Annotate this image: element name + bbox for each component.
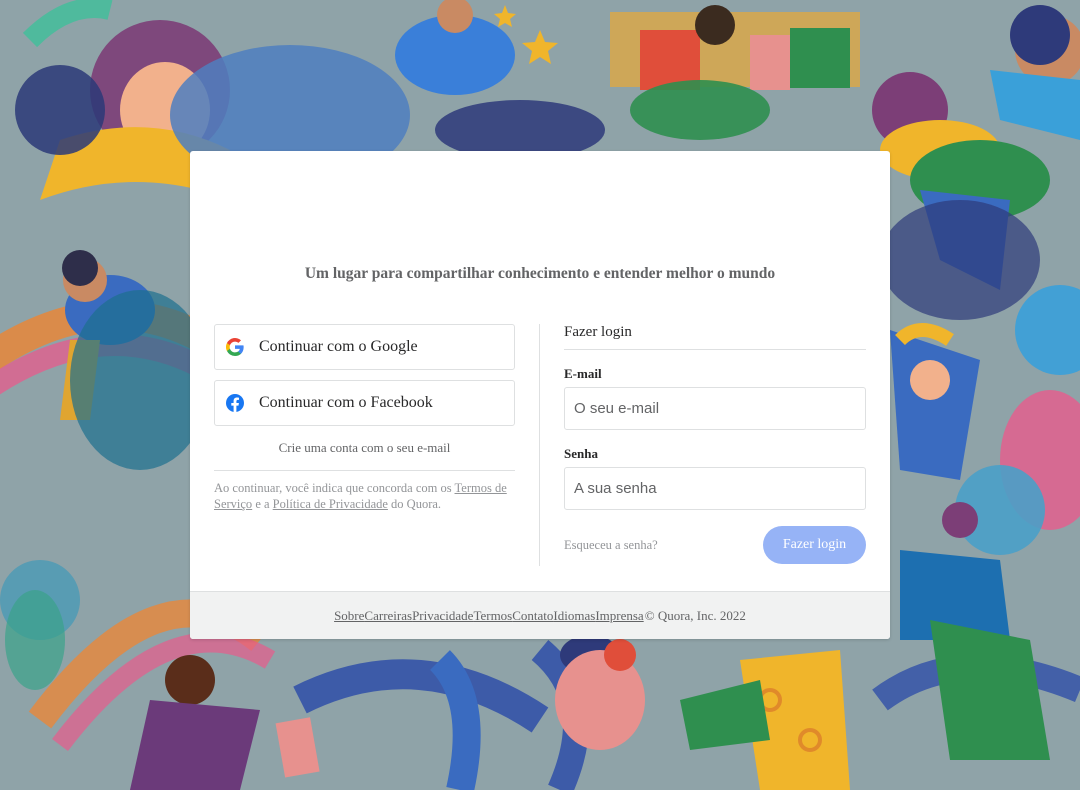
footer-link-imprensa[interactable]: Imprensa xyxy=(595,608,643,624)
terms-notice: Ao continuar, você indica que concorda c… xyxy=(214,480,515,512)
terms-prefix: Ao continuar, você indica que concorda c… xyxy=(214,481,455,495)
terms-suffix: do Quora. xyxy=(387,497,442,511)
logo-area xyxy=(190,151,890,251)
facebook-login-button[interactable]: Continuar com o Facebook xyxy=(214,380,515,426)
forgot-password-link[interactable]: Esqueceu a senha? xyxy=(564,538,658,553)
column-divider xyxy=(539,324,540,566)
login-actions: Esqueceu a senha? Fazer login xyxy=(564,526,866,564)
footer-link-carreiras[interactable]: Carreiras xyxy=(364,608,412,624)
divider xyxy=(214,470,515,471)
footer-link-privacidade[interactable]: Privacidade xyxy=(412,608,473,624)
email-field[interactable] xyxy=(564,387,866,430)
password-label: Senha xyxy=(564,446,598,461)
facebook-login-label: Continuar com o Facebook xyxy=(259,394,433,411)
footer-link-contato[interactable]: Contato xyxy=(512,608,553,624)
social-login-column: Continuar com o Google Continuar com o F… xyxy=(214,324,515,512)
google-login-label: Continuar com o Google xyxy=(259,338,418,355)
footer: Sobre Carreiras Privacidade Termos Contato Id… xyxy=(190,591,890,639)
facebook-icon xyxy=(226,394,244,412)
google-icon xyxy=(226,338,244,356)
signup-with-email-link[interactable]: Crie uma conta com o seu e-mail xyxy=(214,440,515,456)
footer-link-idiomas[interactable]: Idiomas xyxy=(553,608,595,624)
privacy-policy-link[interactable]: Política de Privacidade xyxy=(273,497,388,511)
login-card: Um lugar para compartilhar conhecimento … xyxy=(190,151,890,639)
footer-link-termos[interactable]: Termos xyxy=(473,608,512,624)
login-title: Fazer login xyxy=(564,324,866,350)
email-label: E-mail xyxy=(564,366,602,381)
footer-link-sobre[interactable]: Sobre xyxy=(334,608,364,624)
terms-middle: e a xyxy=(252,497,273,511)
email-login-column: Fazer login E-mail Senha Esqueceu a senh… xyxy=(564,324,866,564)
copyright: © Quora, Inc. 2022 xyxy=(644,607,746,623)
tagline: Um lugar para compartilhar conhecimento … xyxy=(304,265,776,282)
password-field[interactable] xyxy=(564,467,866,510)
google-login-button[interactable]: Continuar com o Google xyxy=(214,324,515,370)
login-button[interactable]: Fazer login xyxy=(763,526,866,564)
